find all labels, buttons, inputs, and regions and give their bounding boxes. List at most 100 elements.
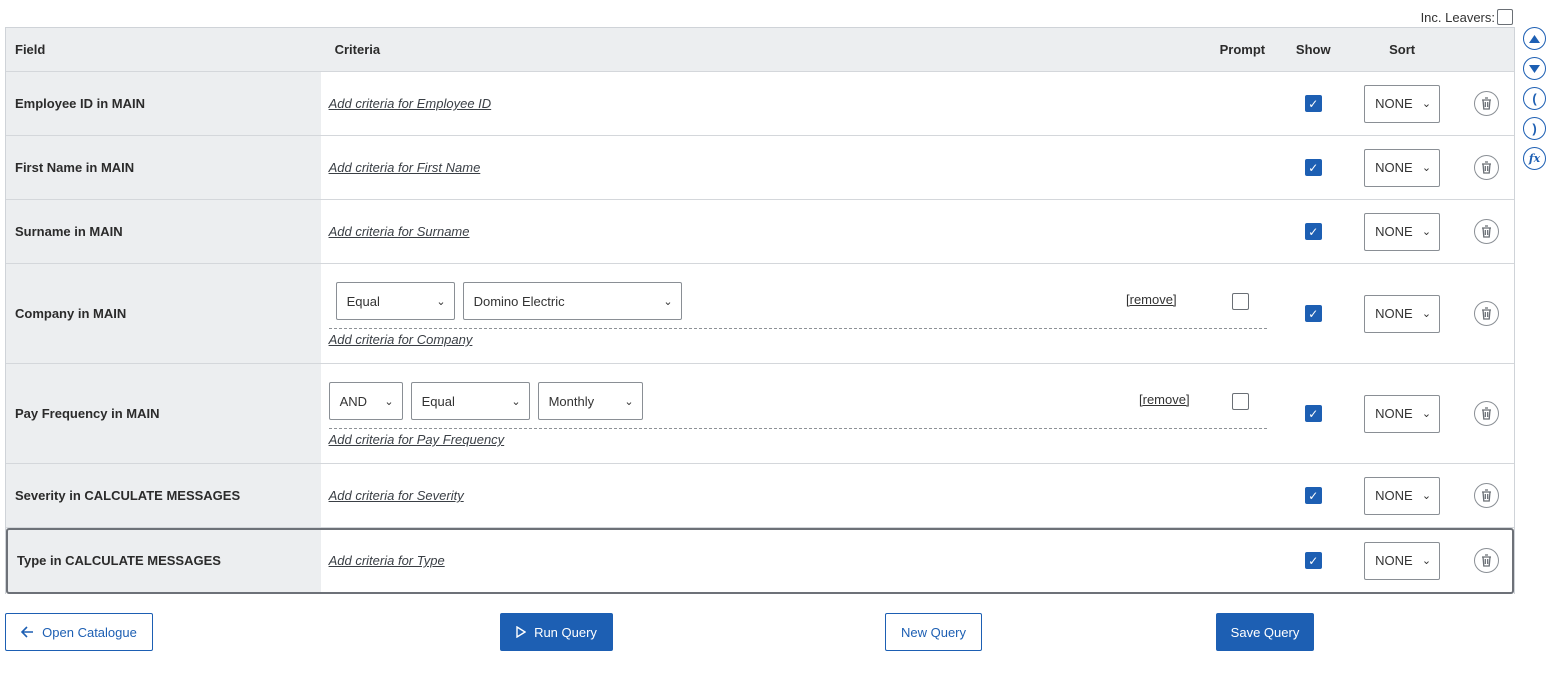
save-query-label: Save Query xyxy=(1230,624,1300,640)
save-query-button[interactable]: Save Query xyxy=(1216,613,1314,651)
show-checkbox[interactable]: ✓ xyxy=(1304,552,1322,569)
field-name: Severity in CALCULATE MESSAGES xyxy=(6,464,321,527)
sort-select[interactable]: NONE ⌄ xyxy=(1364,84,1441,123)
chevron-down-icon: ⌄ xyxy=(1421,408,1432,420)
prompt-checkbox[interactable] xyxy=(1231,293,1249,310)
chevron-down-icon: ⌄ xyxy=(1421,490,1432,502)
sort-select[interactable]: NONE ⌄ xyxy=(1364,212,1441,251)
table-row[interactable]: Pay Frequency in MAIN AND ⌄ Equal ⌄ Monthl… xyxy=(6,364,1514,464)
add-criteria-link[interactable]: Add criteria for Severity xyxy=(329,488,1197,503)
operator-value: Equal xyxy=(346,293,380,309)
trash-icon[interactable] xyxy=(1473,91,1499,116)
value-select[interactable]: Monthly ⌄ xyxy=(537,382,643,420)
inc-leavers-checkbox[interactable] xyxy=(1497,9,1513,25)
trash-icon[interactable] xyxy=(1473,483,1499,508)
grid-header: Field Criteria Prompt Show Sort xyxy=(6,28,1514,72)
open-catalogue-button[interactable]: Open Catalogue xyxy=(5,613,153,651)
chevron-down-icon: ⌄ xyxy=(1421,226,1432,238)
field-name: Surname in MAIN xyxy=(6,200,321,263)
trash-icon[interactable] xyxy=(1473,301,1499,326)
move-down-icon[interactable] xyxy=(1523,57,1546,80)
chevron-down-icon: ⌄ xyxy=(436,295,446,308)
table-row[interactable]: Company in MAIN Equal ⌄ Domino Electric ⌄ … xyxy=(6,264,1514,364)
header-sort: Sort xyxy=(1389,42,1416,57)
close-bracket-icon[interactable]: ) xyxy=(1523,117,1546,140)
open-bracket-icon[interactable]: ( xyxy=(1523,87,1546,110)
add-criteria-link[interactable]: Add criteria for Pay Frequency xyxy=(329,432,505,447)
field-name: First Name in MAIN xyxy=(6,136,321,199)
add-criteria-link[interactable]: Add criteria for First Name xyxy=(329,160,1197,175)
table-row[interactable]: Type in CALCULATE MESSAGES Add criteria … xyxy=(6,528,1514,594)
show-checkbox[interactable]: ✓ xyxy=(1304,487,1322,504)
value-select[interactable]: Domino Electric ⌄ xyxy=(462,282,682,320)
show-checkbox[interactable]: ✓ xyxy=(1304,405,1322,422)
sort-value: NONE xyxy=(1375,488,1413,503)
inc-leavers-toggle: Inc. Leavers: xyxy=(1421,9,1513,25)
show-checkbox[interactable]: ✓ xyxy=(1304,95,1322,112)
add-criteria-link[interactable]: Add criteria for Surname xyxy=(329,224,1197,239)
chevron-down-icon: ⌄ xyxy=(511,395,521,408)
sort-value: NONE xyxy=(1375,224,1413,239)
arrow-left-icon xyxy=(21,626,34,638)
sort-value: NONE xyxy=(1375,306,1413,321)
move-up-icon[interactable] xyxy=(1523,27,1546,50)
add-criteria-link[interactable]: Add criteria for Company xyxy=(329,332,473,347)
play-icon xyxy=(516,626,527,638)
show-checkbox[interactable]: ✓ xyxy=(1304,223,1322,240)
field-name: Employee ID in MAIN xyxy=(6,72,321,135)
sort-select[interactable]: NONE ⌄ xyxy=(1364,148,1441,187)
trash-icon[interactable] xyxy=(1473,219,1499,244)
sort-value: NONE xyxy=(1375,96,1413,111)
chevron-down-icon: ⌄ xyxy=(624,395,634,408)
operator-value: Equal xyxy=(421,393,455,409)
sort-select[interactable]: NONE ⌄ xyxy=(1364,394,1441,433)
function-icon[interactable]: fx xyxy=(1523,147,1546,170)
field-name: Company in MAIN xyxy=(6,264,321,363)
sort-select[interactable]: NONE ⌄ xyxy=(1364,476,1441,515)
chevron-down-icon: ⌄ xyxy=(1421,98,1432,110)
run-query-button[interactable]: Run Query xyxy=(500,613,613,651)
header-prompt: Prompt xyxy=(1219,42,1266,57)
chevron-down-icon: ⌄ xyxy=(1421,555,1432,567)
value-text: Monthly xyxy=(548,393,595,409)
table-row[interactable]: First Name in MAIN Add criteria for Firs… xyxy=(6,136,1514,200)
table-row[interactable]: Surname in MAIN Add criteria for Surname… xyxy=(6,200,1514,264)
header-criteria: Criteria xyxy=(334,42,381,57)
sort-select[interactable]: NONE ⌄ xyxy=(1364,541,1441,580)
sort-value: NONE xyxy=(1375,553,1413,568)
operator-select[interactable]: Equal ⌄ xyxy=(335,282,455,320)
inc-leavers-label: Inc. Leavers: xyxy=(1420,9,1495,25)
side-toolbar: ( ) fx xyxy=(1523,27,1546,170)
conjunction-value: AND xyxy=(339,393,368,409)
value-text: Domino Electric xyxy=(473,293,565,309)
new-query-button[interactable]: New Query xyxy=(885,613,982,651)
operator-select[interactable]: Equal ⌄ xyxy=(410,382,530,420)
add-criteria-link[interactable]: Add criteria for Employee ID xyxy=(329,96,1197,111)
field-name: Type in CALCULATE MESSAGES xyxy=(6,528,321,593)
sort-select[interactable]: NONE ⌄ xyxy=(1364,294,1441,333)
trash-icon[interactable] xyxy=(1473,155,1499,180)
run-query-label: Run Query xyxy=(534,624,597,640)
trash-icon[interactable] xyxy=(1473,401,1499,426)
open-catalogue-label: Open Catalogue xyxy=(42,624,137,640)
remove-criteria-link[interactable]: [remove] xyxy=(1126,292,1177,307)
sort-value: NONE xyxy=(1375,160,1413,175)
chevron-down-icon: ⌄ xyxy=(384,395,394,408)
prompt-checkbox[interactable] xyxy=(1231,393,1249,410)
show-checkbox[interactable]: ✓ xyxy=(1304,305,1322,322)
table-row[interactable]: Employee ID in MAIN Add criteria for Emp… xyxy=(6,72,1514,136)
conjunction-select[interactable]: AND ⌄ xyxy=(328,382,403,420)
new-query-label: New Query xyxy=(900,624,967,640)
remove-criteria-link[interactable]: [remove] xyxy=(1139,392,1190,407)
show-checkbox[interactable]: ✓ xyxy=(1304,159,1322,176)
header-delete xyxy=(1458,28,1514,71)
table-row[interactable]: Severity in CALCULATE MESSAGES Add crite… xyxy=(6,464,1514,528)
chevron-down-icon: ⌄ xyxy=(1421,162,1432,174)
trash-icon[interactable] xyxy=(1473,548,1499,573)
sort-value: NONE xyxy=(1375,406,1413,421)
field-name: Pay Frequency in MAIN xyxy=(6,364,321,463)
header-field: Field xyxy=(15,42,46,57)
add-criteria-link[interactable]: Add criteria for Type xyxy=(329,553,1197,568)
chevron-down-icon: ⌄ xyxy=(663,295,673,308)
chevron-down-icon: ⌄ xyxy=(1421,308,1432,320)
